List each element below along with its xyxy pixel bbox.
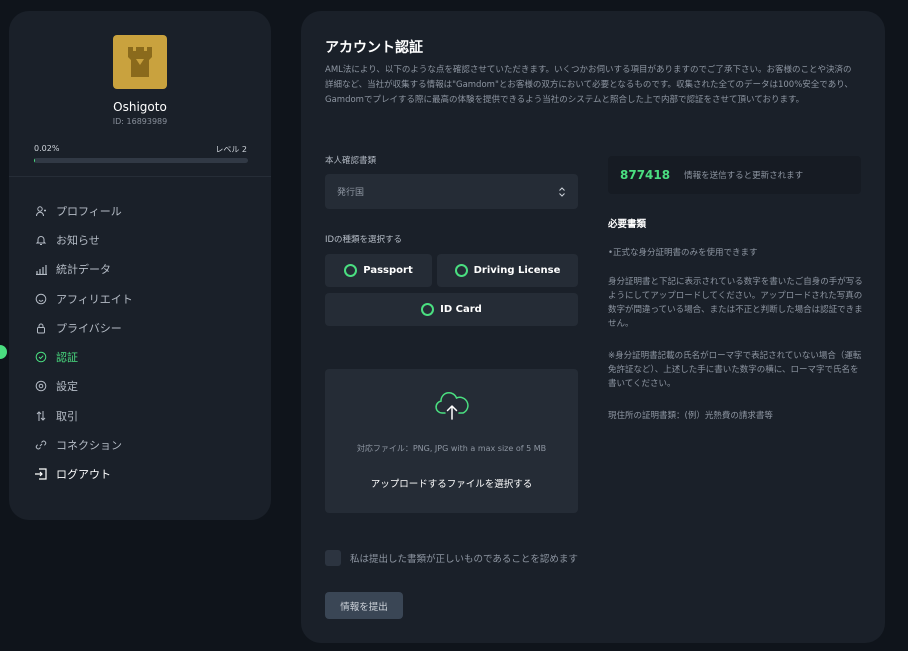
id-type-label-text: Driving License: [473, 265, 561, 276]
requirement-text: 身分証明書と下記に表示されている数字を書いたご自身の手が写るようにしてアップロー…: [608, 277, 863, 329]
id-type-label-text: ID Card: [440, 304, 482, 315]
user-icon: [34, 204, 48, 218]
requirement-text: ※身分証明書記載の氏名がローマ字で表記されていない場合（運転免許証など）、上述し…: [608, 351, 862, 389]
sidebar-nav: プロフィール お知らせ 統計データ アフィリエイト プライバシー 認証 設定 取…: [34, 196, 254, 460]
username: Oshigoto: [113, 100, 167, 114]
requirement-text: 現住所の証明書類：(例）光熱費の請求書等: [608, 411, 773, 421]
sidebar-item-notifications[interactable]: お知らせ: [34, 225, 254, 254]
cloud-upload-icon: [435, 392, 469, 420]
level-label: レベル 2: [215, 145, 247, 154]
gear-icon: [34, 379, 48, 393]
verification-panel: アカウント認証 AML法により、以下のような点を確認させていただきます。いくつか…: [301, 11, 885, 643]
upload-hint: 対応ファイル：PNG, JPG with a max size of 5 MB: [356, 444, 547, 453]
link-icon: [34, 438, 48, 452]
logout-icon: [35, 468, 47, 480]
document-section-label: 本人確認書類: [325, 156, 377, 166]
requirement-text: •正式な身分証明書のみを使用できます: [608, 248, 758, 258]
user-id: ID: 16893989: [112, 117, 168, 126]
level-progress-fill: [34, 158, 36, 163]
level-progress-bar: [34, 158, 248, 163]
lock-icon: [34, 321, 48, 335]
id-type-label: IDの種類を選択する: [325, 235, 403, 245]
upload-select-file-link[interactable]: アップロードするファイルを選択する: [325, 476, 578, 490]
logout-label: ログアウト: [56, 468, 111, 481]
castle-tower-icon: [128, 47, 152, 77]
sidebar-item-label: アフィリエイト: [56, 292, 133, 306]
progress-percent: 0.02%: [34, 144, 60, 153]
id-type-id-card[interactable]: ID Card: [325, 293, 578, 326]
sidebar-item-label: プロフィール: [56, 204, 122, 218]
id-type-driving-license[interactable]: Driving License: [437, 254, 578, 287]
requirements-title: 必要書類: [608, 219, 647, 230]
id-type-label-text: Passport: [363, 265, 413, 276]
smile-icon: [34, 292, 48, 306]
issuing-country-select[interactable]: 発行国: [325, 174, 578, 209]
check-circle-icon: [34, 350, 48, 364]
sidebar-item-label: 統計データ: [56, 263, 111, 277]
file-upload-dropzone[interactable]: 対応ファイル：PNG, JPG with a max size of 5 MB …: [325, 369, 578, 513]
submit-button[interactable]: 情報を提出: [325, 592, 403, 619]
sidebar-item-label: 取引: [56, 409, 78, 423]
radio-icon: [454, 264, 468, 277]
sidebar-item-label: 認証: [56, 351, 78, 365]
page-description: AML法により、以下のような点を確認させていただきます。いくつかお伺いする項目が…: [325, 65, 853, 105]
sidebar-item-transactions[interactable]: 取引: [34, 401, 254, 430]
logout-button[interactable]: ログアウト: [34, 466, 111, 482]
verification-code-hint: 情報を送信すると更新されます: [684, 171, 804, 181]
chevron-updown-icon: [559, 186, 565, 197]
confirm-row: 私は提出した書類が正しいものであることを認めます: [325, 550, 578, 566]
radio-icon: [421, 303, 435, 316]
arrows-icon: [34, 409, 48, 423]
sidebar-item-label: お知らせ: [56, 233, 100, 247]
sidebar-item-statistics[interactable]: 統計データ: [34, 255, 254, 284]
id-type-passport[interactable]: Passport: [325, 254, 432, 287]
sidebar-item-label: プライバシー: [56, 321, 122, 335]
sidebar-item-profile[interactable]: プロフィール: [34, 196, 254, 225]
sidebar: Oshigoto ID: 16893989 0.02% レベル 2 プロフィール…: [9, 11, 271, 520]
radio-icon: [344, 264, 358, 277]
active-nav-marker: [0, 345, 7, 359]
verification-code: 877418: [620, 168, 671, 182]
page-title: アカウント認証: [325, 40, 423, 56]
confirm-text: 私は提出した書類が正しいものであることを認めます: [350, 554, 578, 565]
confirm-checkbox[interactable]: [325, 550, 341, 566]
sidebar-item-label: コネクション: [56, 439, 122, 453]
bar-chart-icon: [34, 262, 48, 276]
verification-code-box: 877418 情報を送信すると更新されます: [608, 156, 861, 194]
sidebar-item-connections[interactable]: コネクション: [34, 430, 254, 459]
bell-icon: [34, 233, 48, 247]
sidebar-item-verification[interactable]: 認証: [34, 342, 254, 371]
sidebar-item-settings[interactable]: 設定: [34, 372, 254, 401]
sidebar-item-affiliate[interactable]: アフィリエイト: [34, 284, 254, 313]
sidebar-item-privacy[interactable]: プライバシー: [34, 313, 254, 342]
issuing-country-value: 発行国: [337, 188, 365, 198]
divider: [9, 176, 271, 177]
sidebar-item-label: 設定: [56, 380, 78, 394]
avatar[interactable]: [113, 35, 167, 89]
